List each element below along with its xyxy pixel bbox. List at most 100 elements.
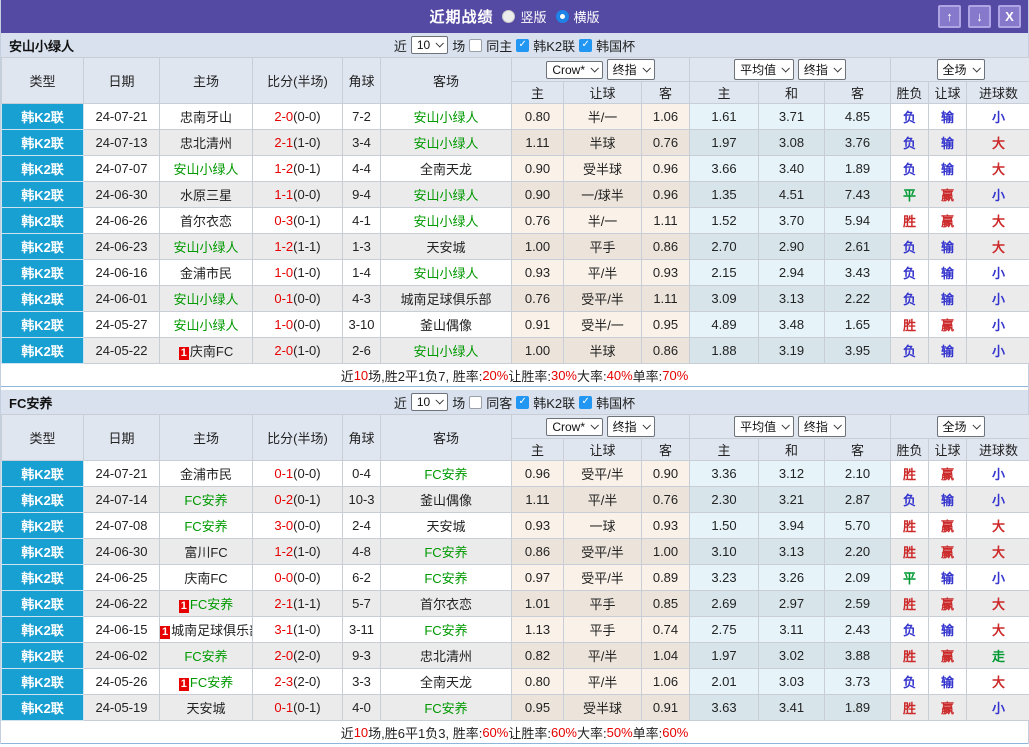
- result-cell: 赢: [929, 513, 967, 539]
- league-cell: 韩K2联: [2, 487, 84, 513]
- average-odds-cell: 3.66: [690, 156, 759, 182]
- layout-radio-horizontal[interactable]: 横版: [556, 7, 600, 26]
- bookmaker-select[interactable]: Crow*: [546, 418, 603, 436]
- games-count-select[interactable]: 10: [411, 36, 448, 54]
- full-score: 2-3: [274, 674, 293, 689]
- sub-column-header: 主: [690, 439, 759, 461]
- date-cell: 24-06-15: [84, 617, 160, 643]
- result-cell: 小: [967, 565, 1029, 591]
- home-team-cell: 富川FC: [160, 539, 253, 565]
- average-select[interactable]: 平均值: [734, 59, 794, 80]
- radio-horizontal-icon[interactable]: [556, 10, 569, 23]
- away-team-cell: 首尔衣恋: [381, 591, 512, 617]
- summary-segment: 大率:: [577, 723, 607, 742]
- chevron-down-icon: [972, 64, 980, 72]
- match-row: 韩K2联24-05-27安山小绿人1-0(0-0)3-10釜山偶像0.91受半/…: [2, 312, 1029, 338]
- odds-cell: 1.06: [642, 104, 690, 130]
- rank-badge: 1: [160, 626, 170, 639]
- radio-vertical-icon[interactable]: [502, 10, 515, 23]
- filter-controls: 近10场同客✓韩K2联✓韩国杯: [394, 393, 635, 412]
- match-row: 韩K2联24-05-19天安城0-1(0-1)4-0FC安养0.95受半球0.9…: [2, 695, 1029, 721]
- bookmaker-select[interactable]: Crow*: [546, 61, 603, 79]
- odds-time-select[interactable]: 终指: [607, 416, 655, 437]
- result-cell: 赢: [929, 539, 967, 565]
- odds-cell: 受平/半: [564, 461, 642, 487]
- average-odds-cell: 4.51: [759, 182, 825, 208]
- average-select[interactable]: 平均值: [734, 416, 794, 437]
- chevron-down-icon: [782, 421, 790, 429]
- home-team-cell: 天安城: [160, 695, 253, 721]
- cup-checkbox[interactable]: ✓: [579, 39, 592, 52]
- match-row: 韩K2联24-07-07安山小绿人1-2(0-1)4-4全南天龙0.90受半球0…: [2, 156, 1029, 182]
- match-row: 韩K2联24-06-23安山小绿人1-2(1-1)1-3天安城1.00平手0.8…: [2, 234, 1029, 260]
- scroll-up-button[interactable]: ↑: [938, 5, 961, 28]
- layout-radio-vertical[interactable]: 竖版: [502, 7, 546, 26]
- same-venue-checkbox[interactable]: [469, 396, 482, 409]
- average-odds-cell: 3.23: [690, 565, 759, 591]
- average-odds-cell: 2.09: [825, 565, 891, 591]
- odds-time-select-2[interactable]: 终指: [798, 59, 846, 80]
- same-venue-checkbox[interactable]: [469, 39, 482, 52]
- home-team-cell: 1FC安养: [160, 591, 253, 617]
- column-header: 类型: [2, 415, 84, 461]
- team-label: 首尔衣恋: [420, 597, 472, 612]
- cup-checkbox[interactable]: ✓: [579, 396, 592, 409]
- result-cell: 输: [929, 260, 967, 286]
- team-label: 安山小绿人: [413, 110, 478, 125]
- league-cell: 韩K2联: [2, 513, 84, 539]
- odds-cell: 一球: [564, 513, 642, 539]
- scroll-down-button[interactable]: ↓: [968, 5, 991, 28]
- league-cell: 韩K2联: [2, 130, 84, 156]
- column-header: 主场: [160, 415, 253, 461]
- away-team-cell: 安山小绿人: [381, 260, 512, 286]
- date-cell: 24-06-02: [84, 643, 160, 669]
- half-score: (2-0): [293, 674, 320, 689]
- summary-segment: 70%: [662, 368, 688, 383]
- home-team-cell: 安山小绿人: [160, 286, 253, 312]
- odds-time-select[interactable]: 终指: [607, 59, 655, 80]
- recent-results-panel: 近期战绩 竖版 横版 ↑ ↓ X 安山小绿人近10场同主✓韩K2联✓韩国杯类型日…: [0, 0, 1029, 744]
- column-header: 日期: [84, 58, 160, 104]
- average-select-value: 平均值: [740, 418, 776, 435]
- fulltime-select[interactable]: 全场: [937, 59, 985, 80]
- odds-cell: 0.96: [642, 156, 690, 182]
- odds-cell: 0.95: [512, 695, 564, 721]
- close-button[interactable]: X: [998, 5, 1021, 28]
- match-row: 韩K2联24-05-221庆南FC2-0(1-0)2-6安山小绿人1.00半球0…: [2, 338, 1029, 364]
- half-score: (1-0): [293, 343, 320, 358]
- league-checkbox[interactable]: ✓: [516, 396, 529, 409]
- half-score: (0-1): [293, 213, 320, 228]
- team-label: FC安养: [424, 571, 467, 586]
- games-count-select[interactable]: 10: [411, 393, 448, 411]
- sub-column-header: 胜负: [891, 82, 929, 104]
- average-odds-cell: 2.87: [825, 487, 891, 513]
- result-cell: 输: [929, 104, 967, 130]
- league-checkbox[interactable]: ✓: [516, 39, 529, 52]
- odds-cell: 1.13: [512, 617, 564, 643]
- full-score: 0-1: [274, 700, 293, 715]
- team-label: 安山小绿人: [413, 214, 478, 229]
- score-cell: 2-3(2-0): [253, 669, 343, 695]
- average-odds-cell: 2.75: [690, 617, 759, 643]
- summary-segment: 10: [354, 725, 368, 740]
- chevron-down-icon: [833, 421, 841, 429]
- average-odds-cell: 2.20: [825, 539, 891, 565]
- odds-time-select-2[interactable]: 终指: [798, 416, 846, 437]
- chevron-down-icon: [642, 421, 650, 429]
- bookmaker-select-value: Crow*: [552, 420, 585, 434]
- result-cell: 小: [967, 286, 1029, 312]
- matches-table: 类型日期主场比分(半场)角球客场Crow* 终指平均值 终指全场主让球客主和客胜…: [1, 57, 1029, 364]
- odds-cell: 受半球: [564, 156, 642, 182]
- column-header: 比分(半场): [253, 58, 343, 104]
- average-odds-cell: 7.43: [825, 182, 891, 208]
- summary-segment: 场,胜6平1负3, 胜率:: [368, 723, 482, 742]
- score-cell: 2-0(1-0): [253, 338, 343, 364]
- odds-cell: 0.96: [512, 461, 564, 487]
- arrow-down-icon: ↓: [976, 9, 983, 24]
- home-team-cell: 忠北清州: [160, 130, 253, 156]
- half-score: (1-1): [293, 239, 320, 254]
- odds-cell: 半球: [564, 130, 642, 156]
- filter-controls: 近10场同主✓韩K2联✓韩国杯: [394, 36, 635, 55]
- fulltime-select[interactable]: 全场: [937, 416, 985, 437]
- result-cell: 平: [891, 565, 929, 591]
